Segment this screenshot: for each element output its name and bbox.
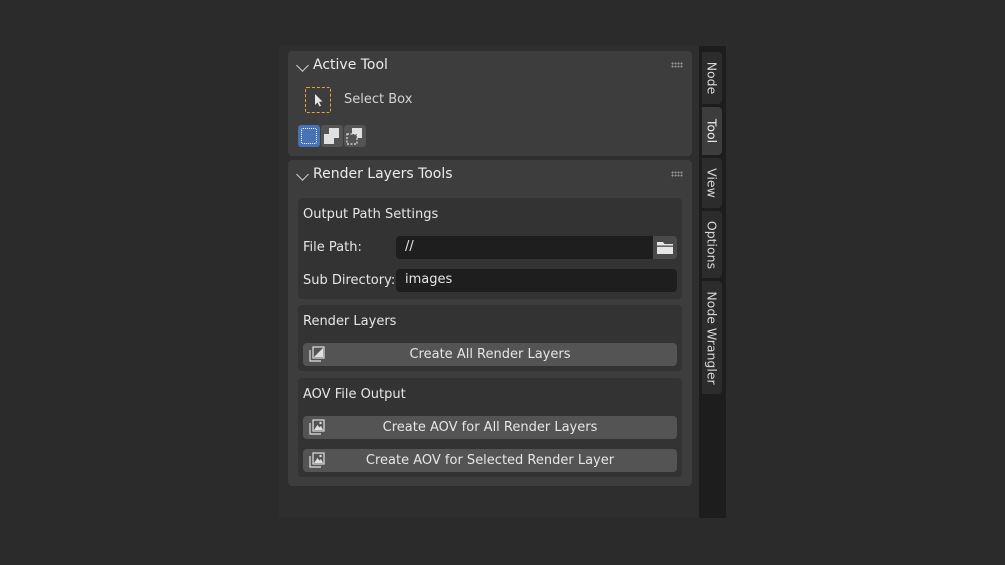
image-layer-icon — [309, 346, 325, 362]
tool-name: Select Box — [344, 92, 413, 107]
grip-icon[interactable] — [671, 62, 683, 68]
sub-directory-input[interactable]: images — [396, 269, 677, 292]
create-all-render-layers-label: Create All Render Layers — [409, 347, 571, 362]
create-aov-selected-label: Create AOV for Selected Render Layer — [365, 453, 615, 468]
tab-node-label: Node — [704, 61, 720, 95]
tab-node-wrangler-label: Node Wrangler — [704, 290, 720, 385]
chevron-down-icon[interactable] — [296, 59, 309, 72]
mode-subtract-button[interactable] — [344, 125, 366, 147]
tab-tool[interactable]: Tool — [702, 107, 722, 155]
render-layers-title: Render Layers — [303, 314, 397, 329]
sub-directory-label: Sub Directory: — [303, 273, 396, 288]
mode-new-button[interactable] — [298, 125, 320, 147]
render-layers-tools-title: Render Layers Tools — [313, 166, 453, 182]
tab-node-wrangler[interactable]: Node Wrangler — [702, 281, 722, 394]
aov-output-title: AOV File Output — [303, 387, 406, 402]
select-subtract-icon — [346, 128, 362, 145]
tab-options[interactable]: Options — [702, 211, 722, 278]
aov-output-box: AOV File Output Create AOV for All Rende… — [298, 378, 682, 477]
select-new-icon — [301, 128, 317, 144]
image-layer-icon — [309, 419, 325, 435]
output-path-box: Output Path Settings File Path: // Sub D… — [298, 198, 682, 299]
mode-extend-button[interactable] — [321, 125, 343, 147]
render-layers-box: Render Layers Create All Render Layers — [298, 305, 682, 371]
tab-view-label: View — [704, 168, 720, 198]
active-tool-title: Active Tool — [313, 57, 388, 73]
create-all-render-layers-button[interactable]: Create All Render Layers — [303, 343, 677, 366]
create-aov-selected-button[interactable]: Create AOV for Selected Render Layer — [303, 449, 677, 472]
select-extend-icon — [324, 128, 339, 144]
folder-icon — [657, 242, 673, 254]
active-tool-panel-header[interactable]: Active Tool — [288, 51, 692, 81]
render-layers-tools-panel: Render Layers Tools Output Path Settings… — [288, 160, 692, 486]
tab-options-label: Options — [704, 220, 720, 269]
tab-tool-label: Tool — [704, 118, 720, 144]
image-layer-icon — [309, 452, 325, 468]
output-path-title: Output Path Settings — [303, 207, 439, 222]
chevron-down-icon[interactable] — [296, 168, 309, 181]
create-aov-all-button[interactable]: Create AOV for All Render Layers — [303, 416, 677, 439]
tab-node[interactable]: Node — [702, 52, 722, 104]
grip-icon[interactable] — [671, 171, 683, 177]
create-aov-all-label: Create AOV for All Render Layers — [382, 420, 598, 435]
file-browse-button[interactable] — [653, 236, 677, 259]
select-box-icon[interactable] — [305, 87, 331, 113]
render-layers-panel-header[interactable]: Render Layers Tools — [288, 160, 692, 190]
file-path-label: File Path: — [303, 240, 362, 255]
tab-view[interactable]: View — [702, 158, 722, 208]
file-path-input[interactable]: // — [396, 236, 654, 259]
